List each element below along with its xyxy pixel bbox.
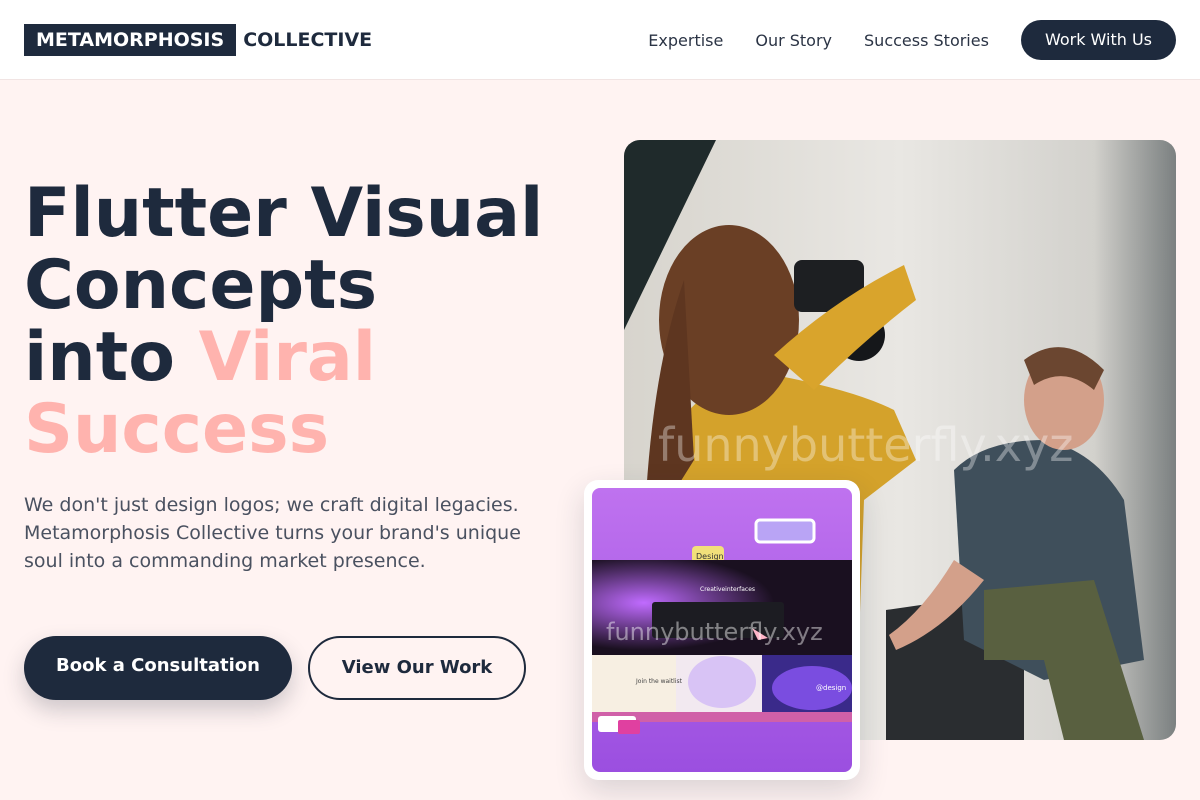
card-brand-text: Creativeinterfaces <box>700 586 755 593</box>
design-preview-card[interactable]: Design Creativeinterfaces Join the waitl… <box>584 480 860 780</box>
hero-title-line3: into <box>24 318 199 397</box>
card-tag-design: Design <box>696 552 724 561</box>
hero-title-line2: Concepts <box>24 246 378 325</box>
nav-link-expertise[interactable]: Expertise <box>648 31 723 50</box>
hero-title-line1: Flutter Visual <box>24 174 544 253</box>
nav-link-success-stories[interactable]: Success Stories <box>864 31 989 50</box>
hero-title-accent-success: Success <box>24 390 330 469</box>
hero-title: Flutter Visual Concepts into Viral Succe… <box>24 178 604 466</box>
book-consultation-button[interactable]: Book a Consultation <box>24 636 292 700</box>
nav-link-our-story[interactable]: Our Story <box>755 31 832 50</box>
hero-description: We don't just design logos; we craft dig… <box>24 494 521 572</box>
watermark-text: funnybutterfly.xyz <box>658 418 1074 472</box>
card-watermark-text: funnybutterfly.xyz <box>606 618 823 646</box>
nav-links: Expertise Our Story Success Stories Work… <box>648 20 1176 60</box>
card-join-text: Join the waitlist <box>635 678 683 685</box>
logo[interactable]: METAMORPHOSIS COLLECTIVE <box>24 24 372 56</box>
hero-title-accent-viral: Viral <box>198 318 377 397</box>
view-our-work-button[interactable]: View Our Work <box>308 636 526 700</box>
card-tag-handle: @design <box>816 684 846 692</box>
logo-rest-text: COLLECTIVE <box>243 29 373 51</box>
logo-box-text: METAMORPHOSIS <box>24 24 237 56</box>
navbar: METAMORPHOSIS COLLECTIVE Expertise Our S… <box>0 0 1200 80</box>
work-with-us-button[interactable]: Work With Us <box>1020 20 1176 60</box>
